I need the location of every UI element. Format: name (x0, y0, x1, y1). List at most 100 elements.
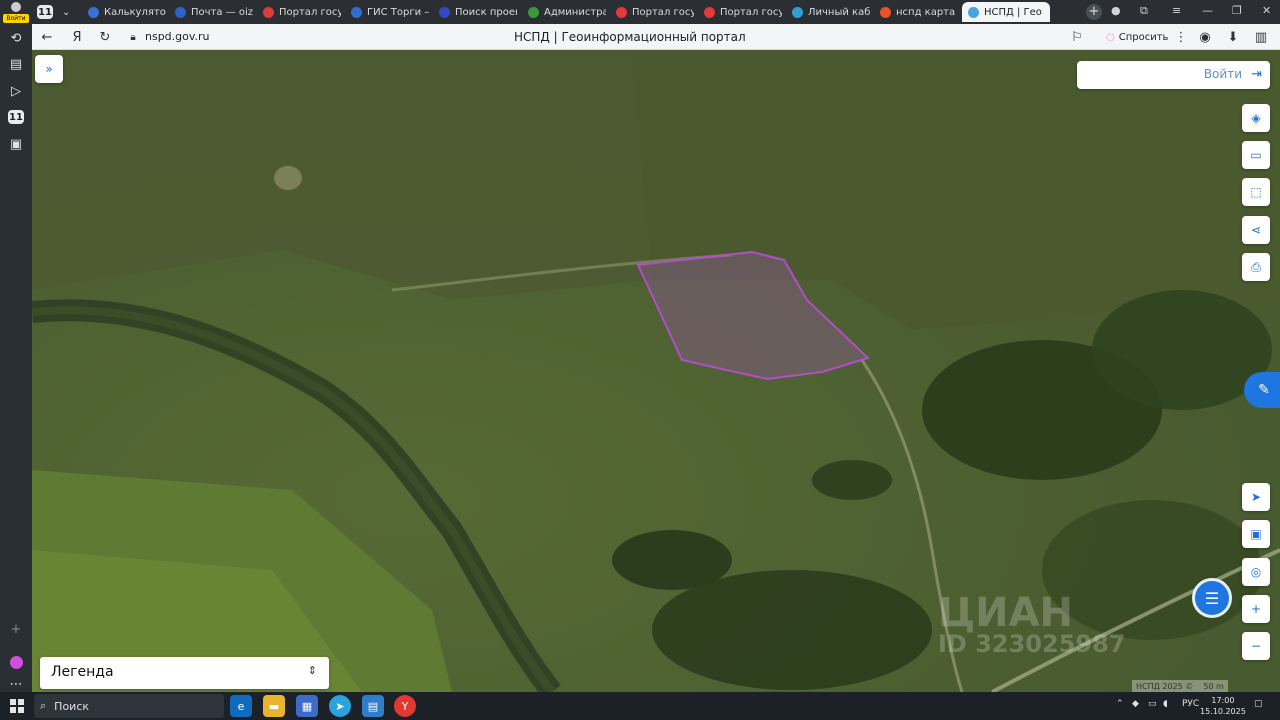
close-window-icon[interactable]: ✕ (1262, 4, 1271, 17)
screen-mode-button[interactable]: ▣ (1242, 520, 1270, 548)
tabs-dropdown-button[interactable]: ⌄ (56, 2, 76, 22)
clock-time: 17:00 (1211, 696, 1235, 705)
back-icon[interactable]: ← (38, 28, 56, 46)
map-copyright: НСПД 2025 © (1136, 681, 1194, 691)
cian-watermark: ЦИАН ID 323025987 (938, 590, 1126, 658)
chevron-down-icon: ⌄ (62, 6, 71, 18)
tab-strip: 11 ⌄ Калькулятор д Почта — oizoks Портал г… (32, 0, 1280, 24)
tab-label: ГИС Торги – п (367, 6, 429, 18)
language-indicator[interactable]: РУС (1182, 699, 1199, 709)
screen-icon[interactable]: ▣ (4, 132, 28, 156)
select-area-button[interactable]: ⬚ (1242, 178, 1270, 206)
tray-app-icon[interactable]: ◆ (1132, 699, 1139, 709)
profile-avatar-icon (11, 2, 21, 12)
share-icon: ⋖ (1250, 223, 1262, 237)
windows-start-icon[interactable] (10, 699, 24, 713)
legend-dropdown[interactable]: Легенда ⇕ (40, 657, 329, 689)
login-label: Войти (1203, 67, 1242, 81)
network-icon[interactable]: ▭ (1148, 699, 1157, 709)
add-panel-button[interactable]: + (4, 617, 28, 641)
screen-icon: ▣ (1250, 527, 1262, 541)
photos-icon[interactable]: ▤ (362, 695, 384, 717)
chat-button[interactable]: ☰ (1192, 578, 1232, 618)
ask-button[interactable]: ◌ Спросить (1098, 28, 1176, 46)
double-chevron-right-icon: » (45, 62, 53, 76)
ask-label: Спросить (1118, 31, 1169, 43)
tab-8[interactable]: Портал госуда (698, 2, 782, 22)
extension-icon[interactable]: ◉ (1196, 28, 1214, 46)
zoom-out-icon: − (1250, 639, 1262, 653)
explorer-icon[interactable]: ▬ (263, 695, 285, 717)
tab-2[interactable]: Почта — oizoks (169, 2, 253, 22)
alice-icon[interactable] (4, 650, 28, 674)
tab-label: Администрац (544, 6, 606, 18)
new-tab-button[interactable]: + (1086, 4, 1102, 20)
expand-panel-button[interactable]: » (35, 55, 63, 83)
tab-5[interactable]: Поиск проектс (433, 2, 517, 22)
tab-6[interactable]: Администрац (522, 2, 606, 22)
share-button[interactable]: ⋖ (1242, 216, 1270, 244)
calendar-button[interactable]: 11 (4, 105, 28, 129)
tab-1[interactable]: Калькулятор д (82, 2, 166, 22)
yandex-browser-icon[interactable]: Y (394, 695, 416, 717)
play-icon[interactable]: ▷ (4, 79, 28, 103)
tab-10[interactable]: нспд карта пу (874, 2, 958, 22)
sidebar-toggle-icon[interactable]: ▥ (1252, 28, 1270, 46)
chat-icon: ☰ (1204, 588, 1220, 608)
search-location-button[interactable]: ◎ (1242, 558, 1270, 586)
account-icon[interactable]: ● (1111, 4, 1121, 17)
reload-icon[interactable]: ↻ (96, 28, 114, 46)
taskbar: ⌕ Поиск e ▬ ▦ ➤ ▤ Y ⌃ ◆ ▭ ◖ РУС 17:00 15… (0, 692, 1280, 720)
print-button[interactable]: ⎙ (1242, 253, 1270, 281)
ruler-icon: ▭ (1250, 148, 1262, 162)
calendar-badge: 11 (8, 110, 24, 124)
url-field[interactable]: nspd.gov.ru (145, 30, 210, 43)
tab-7[interactable]: Портал госуда (610, 2, 694, 22)
chat-side-tab[interactable]: ✎ (1244, 372, 1280, 408)
zoom-out-button[interactable]: − (1242, 632, 1270, 660)
tab-9[interactable]: Личный кабин (786, 2, 870, 22)
ruler-button[interactable]: ▭ (1242, 141, 1270, 169)
yandex-icon[interactable]: Я (68, 28, 86, 46)
map-login-button[interactable]: Войти ⇥ (1077, 61, 1270, 89)
menu-icon[interactable]: ≡ (1172, 4, 1181, 17)
more-vert-icon[interactable]: ⋮ (1172, 28, 1190, 46)
collections-icon[interactable]: ⧉ (1140, 4, 1148, 18)
history-icon[interactable]: ⟲ (4, 26, 28, 50)
tab-favicon-icon (439, 6, 450, 18)
lock-icon[interactable]: 🔒︎ (124, 28, 142, 46)
calculator-icon[interactable]: ▦ (296, 695, 318, 717)
downloads-icon[interactable]: ⬇ (1224, 28, 1242, 46)
tab-3[interactable]: Портал госуда (257, 2, 341, 22)
zoom-in-icon: + (1250, 602, 1262, 616)
tab-label: Калькулятор д (104, 6, 166, 18)
clock-date: 15.10.2025 (1200, 707, 1246, 716)
login-badge-label: Войти (3, 14, 29, 23)
map-view[interactable]: » Войти ⇥ ◈ ▭ ⬚ ⋖ ⎙ ✎ ➤ ▣ ◎ + − ☰ ЦИАН I… (32, 50, 1280, 692)
tab-label: НСПД | Гео (984, 6, 1042, 18)
notifications-icon[interactable]: ▢ (1254, 699, 1263, 709)
notes-icon[interactable]: ▤ (4, 52, 28, 76)
volume-icon[interactable]: ◖ (1163, 699, 1168, 709)
scale-label: 50 m (1203, 681, 1224, 691)
tab-counter[interactable]: 11 (34, 2, 56, 22)
profile-login-button[interactable]: Войти (3, 2, 29, 23)
minimize-icon[interactable]: — (1202, 4, 1213, 17)
tab-11[interactable]: НСПД | Гео✕ (962, 2, 1050, 22)
tray-chevron-icon[interactable]: ⌃ (1116, 699, 1124, 709)
select-area-icon: ⬚ (1250, 185, 1262, 199)
locate-button[interactable]: ➤ (1242, 483, 1270, 511)
tab-favicon-icon (175, 6, 186, 18)
bookmark-icon[interactable]: ⚐ (1068, 28, 1086, 46)
tab-4[interactable]: ГИС Торги – п (345, 2, 429, 22)
login-icon: ⇥ (1251, 67, 1262, 82)
ask-icon: ◌ (1106, 31, 1115, 43)
telegram-icon[interactable]: ➤ (329, 695, 351, 717)
taskbar-search[interactable]: ⌕ Поиск (34, 694, 224, 718)
tab-favicon-icon (704, 6, 715, 18)
zoom-in-button[interactable]: + (1242, 595, 1270, 623)
restore-icon[interactable]: ❐ (1232, 4, 1242, 17)
edge-icon[interactable]: e (230, 695, 252, 717)
clock[interactable]: 17:00 15.10.2025 (1200, 695, 1246, 717)
layers-button[interactable]: ◈ (1242, 104, 1270, 132)
